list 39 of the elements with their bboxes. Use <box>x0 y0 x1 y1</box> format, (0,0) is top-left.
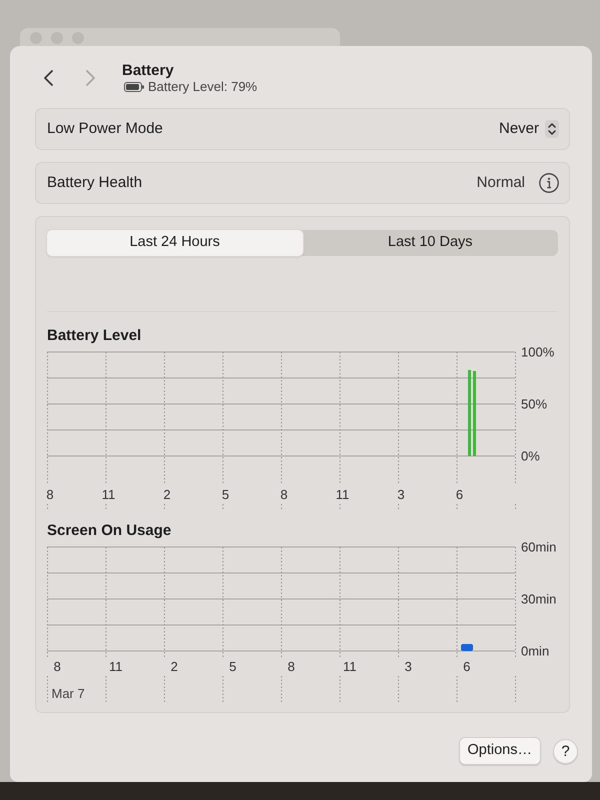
y-axis-label: 0% <box>521 448 540 464</box>
help-button[interactable]: ? <box>553 738 578 764</box>
options-button[interactable]: Options… <box>458 737 541 765</box>
x-axis-label: 8 <box>46 487 54 502</box>
x-axis-label: 5 <box>222 487 230 502</box>
x-axis-label: 8 <box>54 659 61 674</box>
setting-label: Battery Health <box>47 172 142 193</box>
chevron-left-icon[interactable] <box>43 69 54 87</box>
y-axis-label: 30min <box>521 592 556 606</box>
chart-title: Screen On Usage <box>47 522 172 540</box>
popup-button[interactable]: Never <box>498 118 559 140</box>
y-axis-label: 100% <box>521 344 554 360</box>
segment-tab[interactable]: Last 24 Hours <box>47 230 302 256</box>
segment-tab[interactable]: Last 10 Days <box>302 230 558 256</box>
x-axis-label: 6 <box>456 487 464 502</box>
x-axis-label: 11 <box>343 659 356 674</box>
battery-level-text: Battery Level: 79% <box>148 78 258 94</box>
x-axis-label: 3 <box>397 487 405 502</box>
setting-label: Low Power Mode <box>47 118 163 139</box>
chart-title: Battery Level <box>47 327 142 345</box>
x-axis-label: 2 <box>163 487 171 502</box>
page-title: Battery <box>122 62 175 78</box>
y-axis-label: 60min <box>521 540 556 554</box>
date-label: Mar 7 <box>52 686 85 701</box>
x-axis-label: 3 <box>404 659 412 674</box>
x-axis-label: 11 <box>109 659 122 674</box>
x-axis-label: 8 <box>288 659 295 674</box>
info-icon[interactable] <box>539 173 559 193</box>
x-axis-label: 8 <box>280 487 288 502</box>
x-axis-label: 6 <box>463 659 470 674</box>
y-axis-label: 50% <box>521 396 548 412</box>
x-axis-label: 5 <box>229 659 236 674</box>
up-down-arrows-icon[interactable] <box>545 120 559 138</box>
y-axis-label: 0min <box>521 644 550 658</box>
x-axis-label: 11 <box>102 487 116 502</box>
x-axis-label: 11 <box>336 487 350 502</box>
x-axis-label: 2 <box>170 659 178 674</box>
health-status: Normal <box>476 172 525 193</box>
battery-icon <box>124 82 144 92</box>
